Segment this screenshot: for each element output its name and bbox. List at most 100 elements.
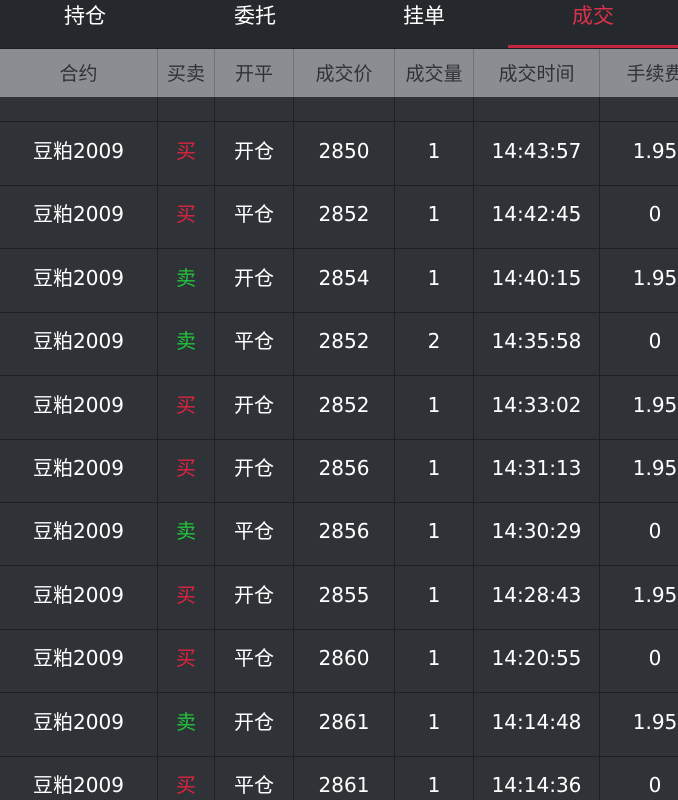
cell-volume: 1 [427, 646, 441, 670]
cell-contract: 豆粕2009 [33, 266, 124, 290]
cell-fee: 1.95 [632, 266, 678, 290]
cell-fee: 1.95 [632, 710, 678, 734]
table-row[interactable]: 豆粕2009 卖 开仓 2854 1 14:40:15 1.95 [0, 249, 678, 313]
table-row[interactable]: 豆粕2009 卖 平仓 2852 2 14:35:58 0 [0, 312, 678, 376]
cell-side: 卖 [176, 519, 196, 543]
table-spacer-row [0, 97, 678, 122]
cell-side: 买 [176, 393, 196, 417]
cell-open-close: 开仓 [234, 710, 274, 734]
cell-time: 14:42:45 [491, 202, 582, 226]
cell-volume: 1 [427, 583, 441, 607]
header-time[interactable]: 成交时间 [474, 49, 599, 97]
cell-contract: 豆粕2009 [33, 710, 124, 734]
cell-price: 2854 [318, 266, 370, 290]
cell-fee: 0 [648, 773, 662, 797]
tab-pending[interactable]: 挂单 [340, 0, 508, 48]
cell-time: 14:31:13 [491, 456, 582, 480]
cell-side: 买 [176, 139, 196, 163]
cell-volume: 1 [427, 773, 441, 797]
table-row[interactable]: 豆粕2009 卖 开仓 2861 1 14:14:48 1.95 [0, 693, 678, 757]
table-row[interactable]: 豆粕2009 买 开仓 2855 1 14:28:43 1.95 [0, 566, 678, 630]
header-volume[interactable]: 成交量 [395, 49, 473, 97]
cell-side: 卖 [176, 266, 196, 290]
cell-price: 2861 [318, 710, 370, 734]
cell-open-close: 平仓 [234, 646, 274, 670]
cell-time: 14:28:43 [491, 583, 582, 607]
cell-side: 买 [176, 583, 196, 607]
cell-fee: 0 [648, 646, 662, 670]
cell-volume: 1 [427, 456, 441, 480]
cell-open-close: 平仓 [234, 773, 274, 797]
cell-volume: 1 [427, 266, 441, 290]
cell-contract: 豆粕2009 [33, 329, 124, 353]
cell-price: 2852 [318, 329, 370, 353]
cell-open-close: 平仓 [234, 519, 274, 543]
cell-price: 2856 [318, 456, 370, 480]
cell-fee: 1.95 [632, 393, 678, 417]
tab-trades[interactable]: 成交 [508, 0, 678, 48]
cell-fee: 1.95 [632, 583, 678, 607]
cell-open-close: 开仓 [234, 393, 274, 417]
cell-time: 14:14:48 [491, 710, 582, 734]
cell-volume: 1 [427, 710, 441, 734]
cell-side: 买 [176, 773, 196, 797]
cell-side: 卖 [176, 329, 196, 353]
cell-fee: 0 [648, 519, 662, 543]
table-row[interactable]: 豆粕2009 买 平仓 2852 1 14:42:45 0 [0, 185, 678, 249]
cell-fee: 1.95 [632, 456, 678, 480]
table-row[interactable]: 豆粕2009 卖 平仓 2856 1 14:30:29 0 [0, 502, 678, 566]
cell-volume: 1 [427, 139, 441, 163]
cell-volume: 1 [427, 519, 441, 543]
cell-side: 买 [176, 202, 196, 226]
cell-contract: 豆粕2009 [33, 139, 124, 163]
cell-contract: 豆粕2009 [33, 646, 124, 670]
cell-contract: 豆粕2009 [33, 773, 124, 797]
cell-price: 2860 [318, 646, 370, 670]
header-price[interactable]: 成交价 [294, 49, 394, 97]
cell-time: 14:43:57 [491, 139, 582, 163]
cell-time: 14:20:55 [491, 646, 582, 670]
cell-time: 14:35:58 [491, 329, 582, 353]
cell-volume: 1 [427, 202, 441, 226]
cell-fee: 1.95 [632, 139, 678, 163]
cell-contract: 豆粕2009 [33, 583, 124, 607]
cell-contract: 豆粕2009 [33, 202, 124, 226]
cell-open-close: 开仓 [234, 456, 274, 480]
cell-side: 买 [176, 456, 196, 480]
cell-price: 2852 [318, 202, 370, 226]
cell-price: 2850 [318, 139, 370, 163]
trade-list[interactable]: 豆粕2009 买开仓 2850 1 14:43:57 1.95 豆粕2009 买平仓 2852 1… [0, 97, 678, 800]
cell-fee: 0 [648, 202, 662, 226]
cell-contract: 豆粕2009 [33, 519, 124, 543]
table-row[interactable]: 豆粕2009 买 开仓 2852 1 14:33:02 1.95 [0, 376, 678, 440]
cell-price: 2855 [318, 583, 370, 607]
cell-time: 14:40:15 [491, 266, 582, 290]
cell-side: 卖 [176, 710, 196, 734]
cell-price: 2861 [318, 773, 370, 797]
tab-positions[interactable]: 持仓 [0, 0, 170, 48]
cell-fee: 0 [648, 329, 662, 353]
header-fee[interactable]: 手续费 [600, 49, 678, 97]
cell-open-close: 开仓 [234, 139, 274, 163]
cell-volume: 1 [427, 393, 441, 417]
trade-records-screen: 持仓 委托 挂单 成交 合约 买卖 开平 成交价 成交量 成交时间 手续费 豆粕… [0, 0, 678, 800]
cell-open-close: 开仓 [234, 266, 274, 290]
header-side[interactable]: 买卖 [158, 49, 214, 97]
header-contract[interactable]: 合约 [0, 49, 157, 97]
active-tab-indicator [508, 45, 678, 48]
cell-time: 14:14:36 [491, 773, 582, 797]
cell-volume: 2 [427, 329, 441, 353]
tab-bar: 持仓 委托 挂单 成交 [0, 0, 678, 49]
cell-time: 14:30:29 [491, 519, 582, 543]
cell-open-close: 开仓 [234, 583, 274, 607]
cell-side: 买 [176, 646, 196, 670]
tab-orders[interactable]: 委托 [170, 0, 340, 48]
table-row[interactable]: 豆粕2009 买 开仓 2856 1 14:31:13 1.95 [0, 439, 678, 503]
cell-price: 2852 [318, 393, 370, 417]
table-row[interactable]: 豆粕2009 买 平仓 2861 1 14:14:36 0 [0, 756, 678, 800]
cell-price: 2856 [318, 519, 370, 543]
cell-open-close: 平仓 [234, 329, 274, 353]
table-row[interactable]: 豆粕2009 买 开仓 2850 1 14:43:57 1.95 [0, 122, 678, 186]
table-row[interactable]: 豆粕2009 买 平仓 2860 1 14:20:55 0 [0, 629, 678, 693]
header-open-close[interactable]: 开平 [215, 49, 293, 97]
